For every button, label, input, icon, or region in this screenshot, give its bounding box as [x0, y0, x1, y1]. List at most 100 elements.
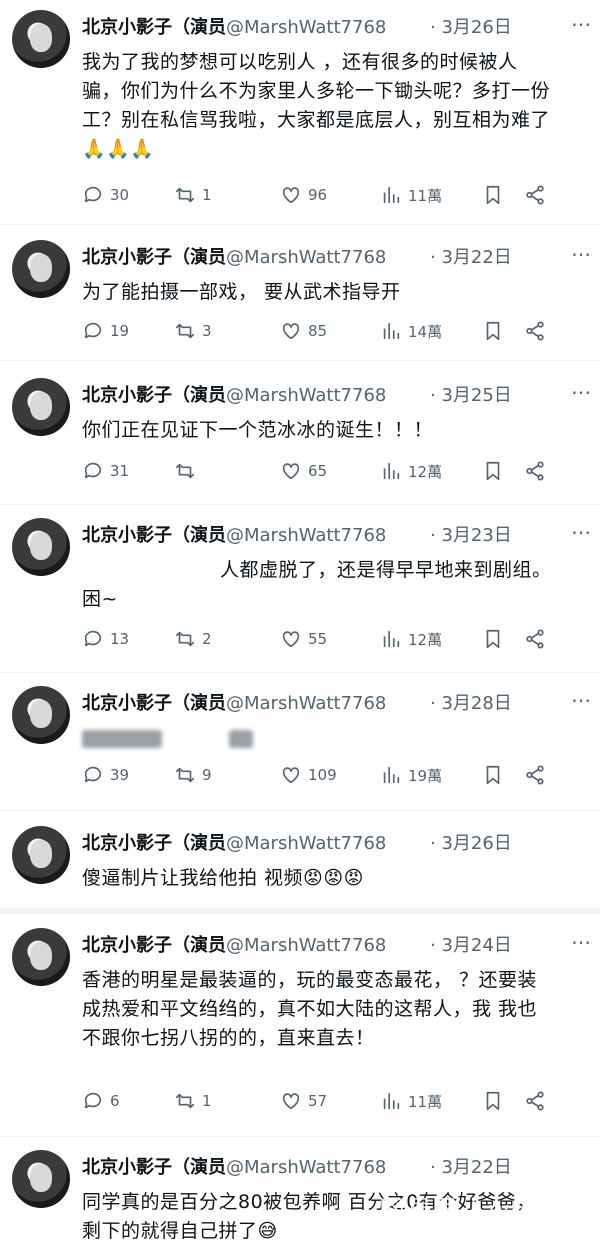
- avatar[interactable]: [12, 1150, 70, 1208]
- avatar[interactable]: [12, 928, 70, 986]
- user-handle[interactable]: @MarshWatt7768: [226, 525, 386, 546]
- post-text: 香港的明星是最装逼的，玩的最变态最花， ？还要装成热爱和平文绉绉的，真不如大陆的…: [82, 969, 538, 1049]
- reply-icon: [84, 630, 102, 647]
- user-handle[interactable]: @MarshWatt7768: [226, 385, 386, 406]
- reply-count: 13: [110, 630, 130, 648]
- user-handle[interactable]: @MarshWatt7768: [226, 247, 386, 268]
- avatar[interactable]: [12, 518, 70, 576]
- bookmark-button[interactable]: [482, 456, 510, 486]
- share-button[interactable]: [524, 1086, 552, 1116]
- post-date: · 3月24日: [430, 935, 512, 956]
- bookmark-button[interactable]: [482, 1086, 510, 1116]
- bookmark-button[interactable]: [482, 180, 510, 210]
- views-button[interactable]: 14萬: [380, 316, 442, 346]
- display-name[interactable]: 北京小影子（演员: [82, 385, 226, 406]
- reply-button[interactable]: 13: [82, 624, 129, 654]
- redaction-blur: [228, 729, 253, 748]
- retweet-button[interactable]: 1: [174, 1086, 212, 1116]
- post-text: 我为了我的梦想可以吃别人 ，还有很多的时候被人骗，你们为什么不为家里人多轮一下锄…: [82, 51, 551, 160]
- avatar[interactable]: [12, 686, 70, 744]
- like-count: 55: [308, 630, 328, 648]
- like-button[interactable]: 96: [280, 180, 327, 210]
- retweet-icon: [175, 187, 195, 203]
- post-date-row: · 3月26日: [430, 832, 530, 856]
- avatar[interactable]: [12, 240, 70, 298]
- bookmark-icon: [486, 765, 500, 785]
- retweet-button[interactable]: 9: [174, 760, 212, 790]
- user-handle[interactable]: @MarshWatt7768: [226, 693, 386, 714]
- post-date-row: · 3月22日: [430, 246, 530, 270]
- retweet-button[interactable]: 3: [174, 316, 212, 346]
- more-icon[interactable]: ⋯: [571, 380, 592, 404]
- views-button[interactable]: 12萬: [380, 456, 442, 486]
- post[interactable]: 北京小影子（演员@MarshWatt7768 · 3月22日 ⋯ 为了能拍摄一部…: [0, 230, 600, 361]
- user-handle[interactable]: @MarshWatt7768: [226, 17, 386, 38]
- display-name[interactable]: 北京小影子（演员: [82, 935, 226, 956]
- user-handle[interactable]: @MarshWatt7768: [226, 833, 386, 854]
- reply-count: 6: [110, 1092, 120, 1110]
- display-name[interactable]: 北京小影子（演员: [82, 247, 226, 268]
- share-button[interactable]: [524, 456, 552, 486]
- display-name[interactable]: 北京小影子（演员: [82, 525, 226, 546]
- like-button[interactable]: 109: [280, 760, 337, 790]
- share-button[interactable]: [524, 760, 552, 790]
- bookmark-button[interactable]: [482, 624, 510, 654]
- avatar[interactable]: [12, 826, 70, 884]
- post-date: · 3月23日: [430, 525, 512, 546]
- more-icon[interactable]: ⋯: [571, 242, 592, 266]
- like-count: 96: [308, 186, 328, 204]
- like-button[interactable]: 55: [280, 624, 327, 654]
- like-button[interactable]: 57: [280, 1086, 327, 1116]
- like-button[interactable]: 65: [280, 456, 327, 486]
- user-handle[interactable]: @MarshWatt7768: [226, 1157, 386, 1178]
- more-icon[interactable]: ⋯: [571, 520, 592, 544]
- views-button[interactable]: 19萬: [380, 760, 442, 790]
- post[interactable]: 北京小影子（演员@MarshWatt7768 · 3月26日 傻逼制片让我给他拍…: [0, 816, 600, 914]
- display-name[interactable]: 北京小影子（演员: [82, 833, 226, 854]
- display-name[interactable]: 北京小影子（演员: [82, 1157, 226, 1178]
- views-button[interactable]: 11萬: [380, 180, 442, 210]
- display-name[interactable]: 北京小影子（演员: [82, 693, 226, 714]
- reply-button[interactable]: 31: [82, 456, 129, 486]
- share-button[interactable]: [524, 180, 552, 210]
- retweet-count: 2: [202, 630, 212, 648]
- retweet-count: 1: [202, 1092, 212, 1110]
- post[interactable]: 北京小影子（演员@MarshWatt7768 · 3月24日 ⋯ 香港的明星是最…: [0, 918, 600, 1138]
- reply-count: 31: [110, 462, 130, 480]
- divider: [0, 908, 600, 914]
- bookmark-button[interactable]: [482, 760, 510, 790]
- like-count: 85: [308, 322, 328, 340]
- user-handle[interactable]: @MarshWatt7768: [226, 935, 386, 956]
- reply-button[interactable]: 19: [82, 316, 129, 346]
- post[interactable]: 北京小影子（演员@MarshWatt7768 · 3月23日 ⋯ 人都虚脱了，还…: [0, 508, 600, 673]
- post-date-row: · 3月23日: [430, 524, 530, 548]
- more-icon[interactable]: ⋯: [571, 930, 592, 954]
- post[interactable]: 北京小影子（演员@MarshWatt7768 · 3月28日 ⋯ 39 9 10…: [0, 676, 600, 811]
- avatar[interactable]: [12, 378, 70, 436]
- retweet-button[interactable]: 2: [174, 624, 212, 654]
- retweet-button[interactable]: 1: [174, 180, 212, 210]
- views-button[interactable]: 11萬: [380, 1086, 442, 1116]
- share-button[interactable]: [524, 624, 552, 654]
- views-count: 11萬: [408, 1092, 443, 1111]
- action-bar: 13 2 55 12萬: [82, 624, 552, 654]
- bookmark-button[interactable]: [482, 316, 510, 346]
- more-icon[interactable]: ⋯: [571, 688, 592, 712]
- post[interactable]: 北京小影子（演员@MarshWatt7768 · 3月25日 ⋯ 你们正在见证下…: [0, 368, 600, 505]
- post-date-row: · 3月25日: [430, 384, 530, 408]
- reply-button[interactable]: 30: [82, 180, 129, 210]
- reply-button[interactable]: 39: [82, 760, 129, 790]
- retweet-button[interactable]: [174, 456, 202, 486]
- divider: [0, 504, 600, 505]
- action-bar: 30 1 96 11萬: [82, 180, 552, 210]
- avatar[interactable]: [12, 10, 70, 68]
- bar-chart-icon: [383, 630, 400, 648]
- reply-button[interactable]: 6: [82, 1086, 120, 1116]
- views-count: 12萬: [408, 630, 443, 649]
- like-button[interactable]: 85: [280, 316, 327, 346]
- share-button[interactable]: [524, 316, 552, 346]
- post[interactable]: 北京小影子（演员@MarshWatt7768 · 3月26日 ⋯ 我为了我的梦想…: [0, 0, 600, 225]
- display-name[interactable]: 北京小影子（演员: [82, 17, 226, 38]
- more-icon[interactable]: ⋯: [571, 12, 592, 36]
- views-button[interactable]: 12萬: [380, 624, 442, 654]
